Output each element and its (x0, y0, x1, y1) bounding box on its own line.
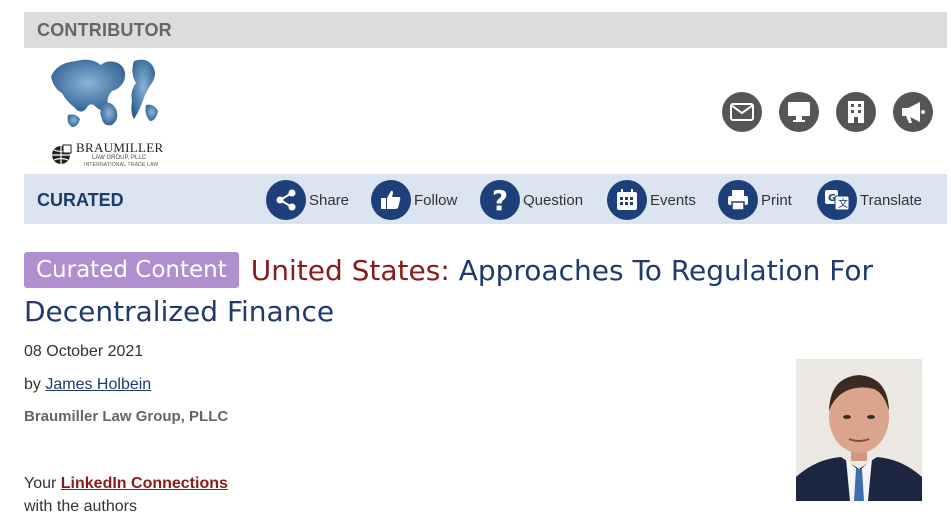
question-button[interactable]: ? Question (480, 180, 583, 220)
logo-tagline: INTERNATIONAL TRADE LAW (84, 162, 159, 168)
follow-button[interactable]: Follow (371, 180, 457, 220)
contributor-label: CONTRIBUTOR (37, 19, 172, 40)
printer-icon (718, 180, 758, 220)
byline: by James Holbein (24, 376, 151, 394)
logo-name: BRAUMILLER (76, 140, 164, 155)
megaphone-icon[interactable] (893, 92, 933, 132)
contributor-header: CONTRIBUTOR (24, 12, 947, 48)
article-title: Curated Content United States: Approaches… (24, 250, 924, 332)
article-country: United States: (250, 254, 450, 287)
events-label: Events (650, 191, 696, 209)
calendar-icon (607, 180, 647, 220)
linkedin-prefix: Your (24, 475, 57, 492)
contact-icons (722, 92, 933, 132)
firm-name: Braumiller Law Group, PLLC (24, 408, 229, 425)
building-icon[interactable] (836, 92, 876, 132)
envelope-icon[interactable] (722, 92, 762, 132)
share-icon (266, 180, 306, 220)
thumbs-up-icon (371, 180, 411, 220)
follow-label: Follow (414, 191, 458, 209)
curated-content-badge[interactable]: Curated Content (24, 252, 239, 288)
curated-label: CURATED (37, 190, 124, 210)
firm-logo[interactable]: BRAUMILLER LAW GROUP, PLLC INTERNATIONAL… (46, 55, 176, 170)
monitor-icon[interactable] (779, 92, 819, 132)
translate-button[interactable]: G文 Translate (817, 180, 922, 220)
author-photo[interactable] (796, 359, 922, 501)
author-link[interactable]: James Holbein (45, 376, 151, 393)
translate-label: Translate (860, 191, 922, 209)
logo-subtitle: LAW GROUP, PLLC (92, 155, 147, 161)
translate-icon: G文 (817, 180, 857, 220)
share-button[interactable]: Share (266, 180, 349, 220)
share-label: Share (309, 191, 350, 209)
print-button[interactable]: Print (718, 180, 792, 220)
svg-text:文: 文 (838, 197, 848, 210)
linkedin-link[interactable]: LinkedIn Connections (61, 475, 228, 492)
globe-mark-icon (52, 144, 72, 164)
curated-toolbar: CURATED Share Follow ? Question Events P… (24, 174, 947, 224)
question-label: Question (523, 191, 584, 209)
print-label: Print (761, 191, 792, 209)
events-button[interactable]: Events (607, 180, 696, 220)
byline-prefix: by (24, 376, 41, 393)
question-mark-icon: ? (480, 180, 520, 220)
world-map-icon (51, 59, 158, 127)
linkedin-suffix: with the authors (24, 498, 137, 515)
linkedin-connections: Your LinkedIn Connections with the autho… (24, 472, 228, 518)
article-date: 08 October 2021 (24, 343, 144, 360)
